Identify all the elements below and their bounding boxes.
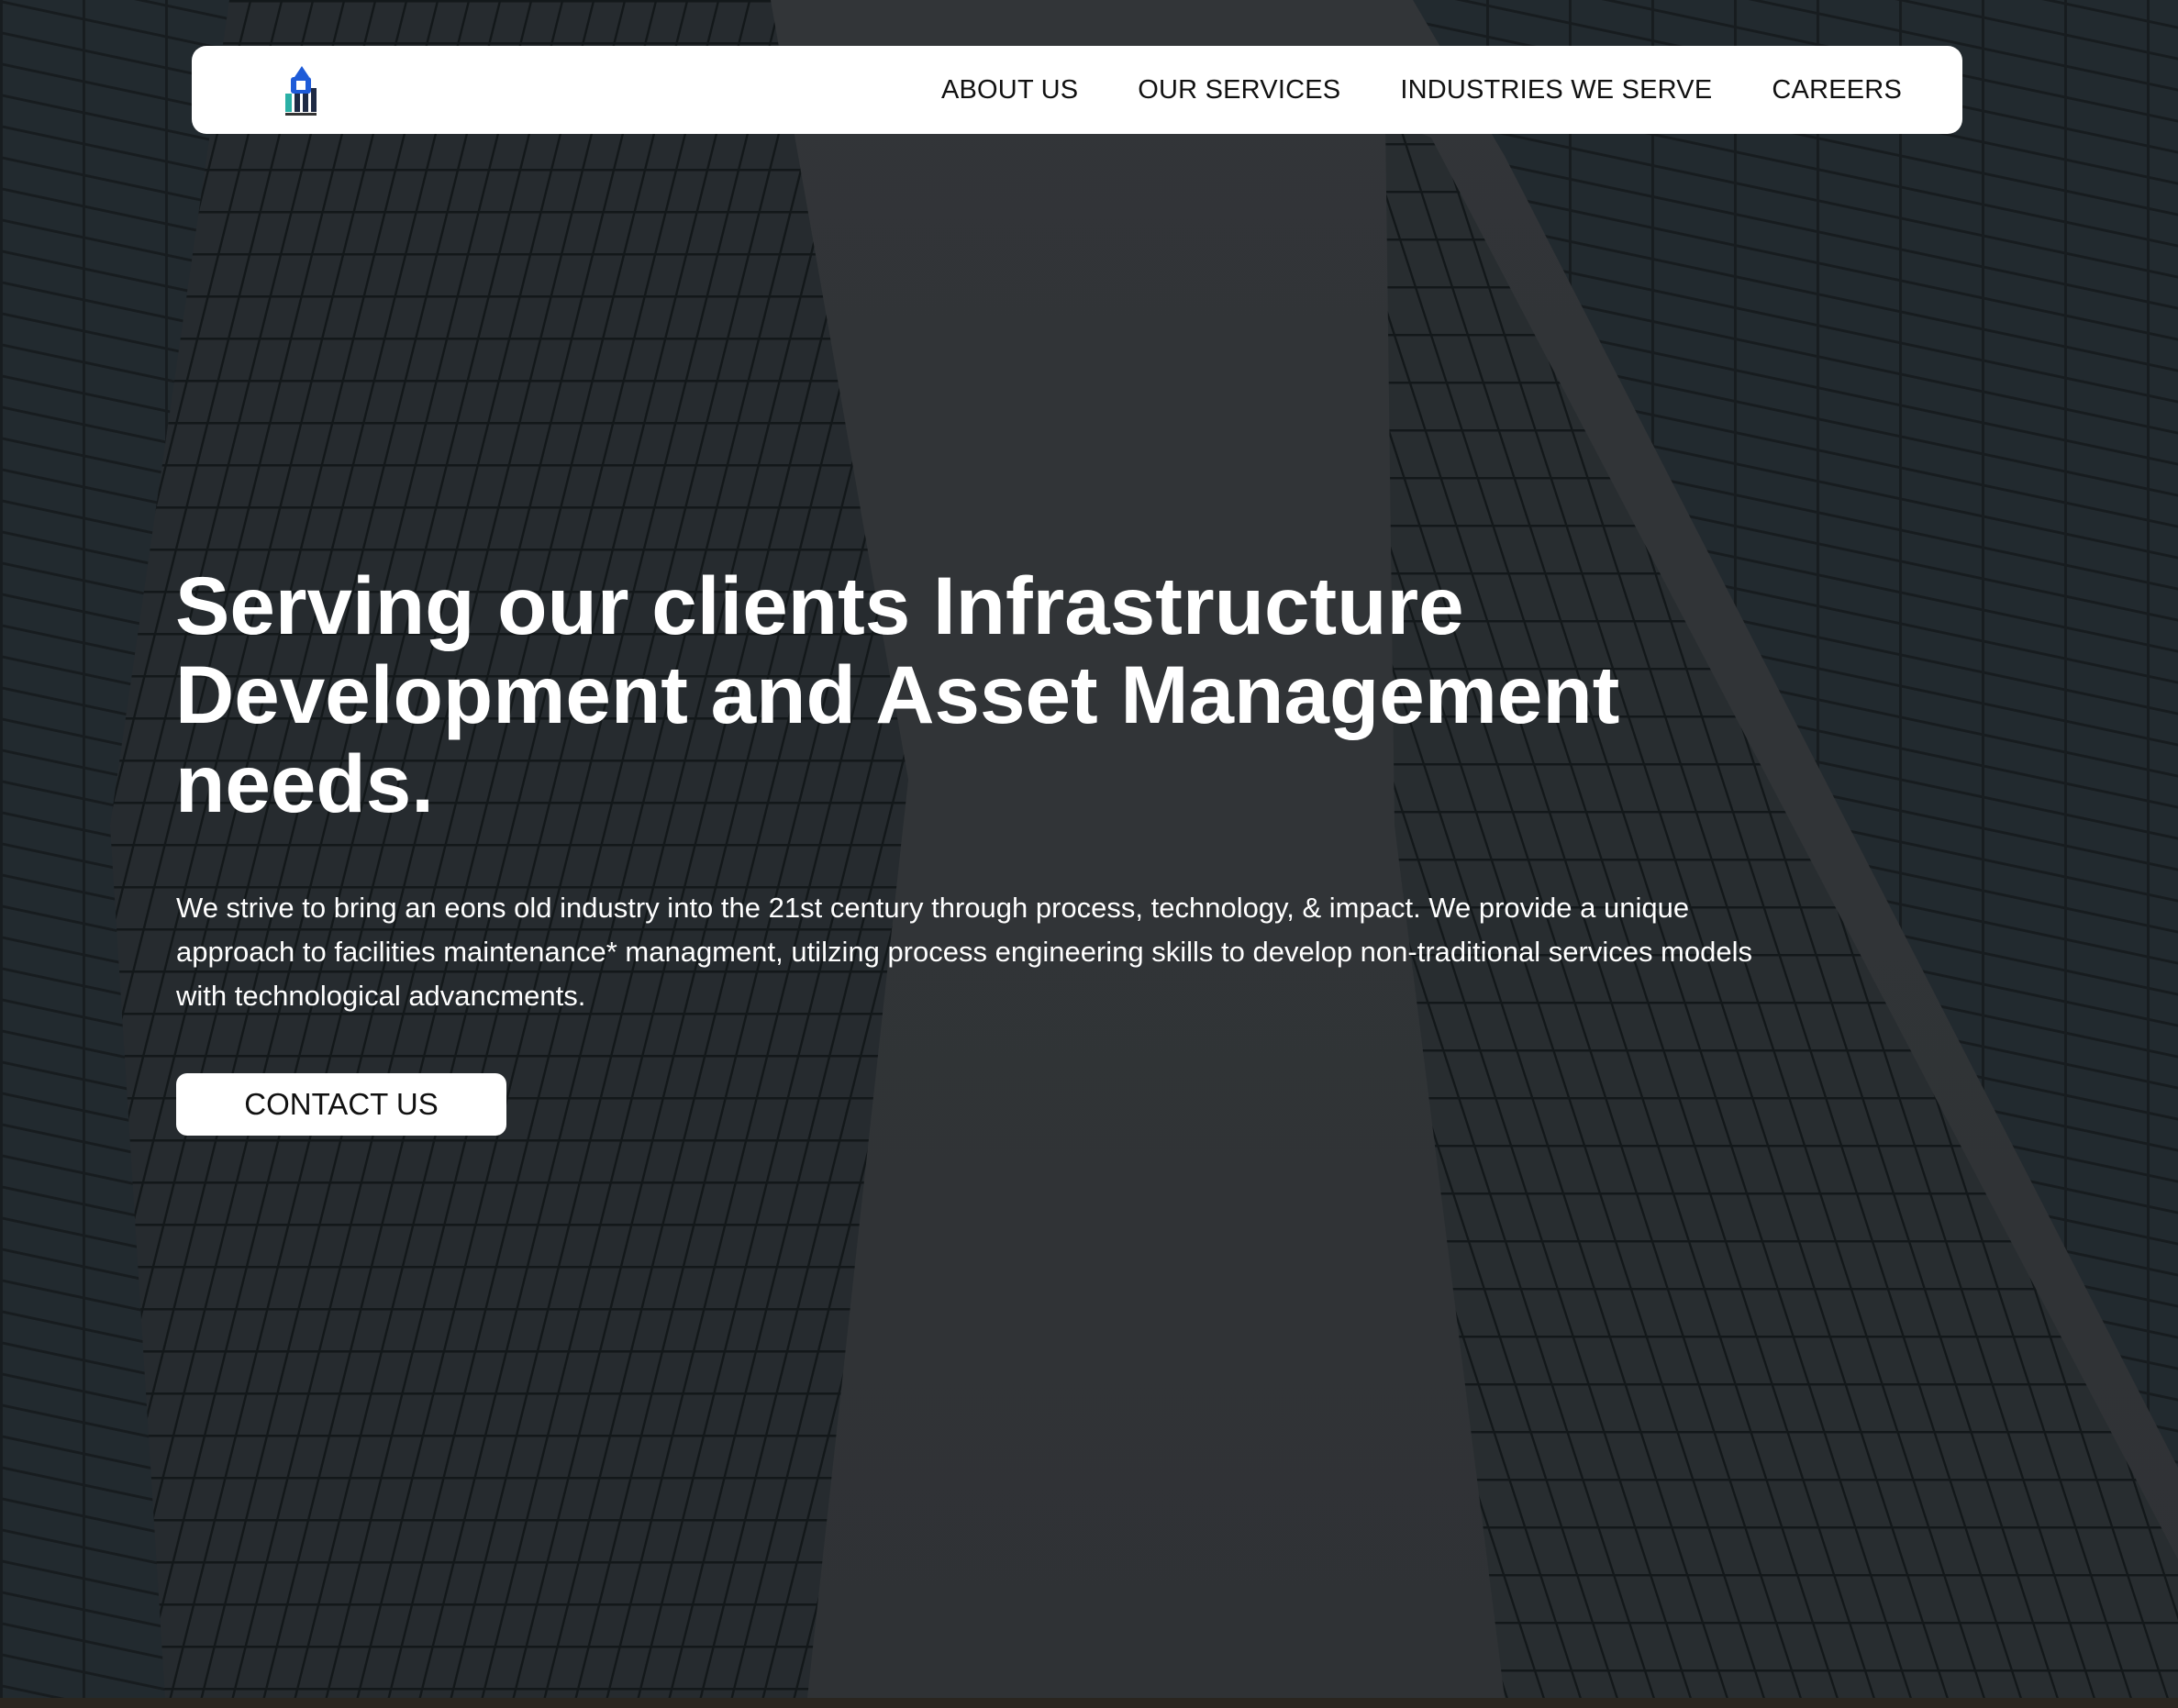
nav-link-careers[interactable]: CAREERS: [1772, 75, 1902, 105]
nav-links: ABOUT US OUR SERVICES INDUSTRIES WE SERV…: [941, 46, 1902, 134]
hero-headline: Serving our clients Infrastructure Devel…: [175, 560, 1620, 829]
footer-edge: [0, 1698, 2178, 1708]
hero-section: [0, 0, 2178, 1698]
skyscraper-background-image: [0, 0, 2178, 1698]
hero-description: We strive to bring an eons old industry …: [176, 892, 1752, 1012]
nav-link-our-services[interactable]: OUR SERVICES: [1138, 75, 1340, 105]
top-navigation-bar: ABOUT US OUR SERVICES INDUSTRIES WE SERV…: [192, 46, 1962, 134]
company-logo-icon[interactable]: [282, 64, 320, 117]
contact-us-button[interactable]: CONTACT US: [176, 1073, 506, 1136]
nav-link-industries-we-serve[interactable]: INDUSTRIES WE SERVE: [1400, 75, 1712, 105]
nav-link-about-us[interactable]: ABOUT US: [941, 75, 1078, 105]
